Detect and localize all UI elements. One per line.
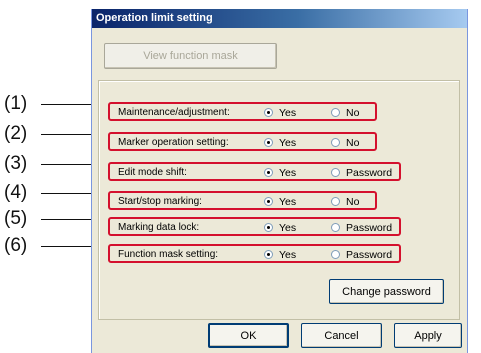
- radio-yes-label: Yes: [279, 221, 297, 234]
- callout-number: (6): [4, 235, 28, 256]
- operation-limit-dialog: Operation limit setting View function ma…: [91, 9, 468, 353]
- radio-yes-label: Yes: [279, 166, 297, 179]
- radio-yes-label: Yes: [279, 195, 297, 208]
- radio-yes[interactable]: Yes: [264, 106, 296, 119]
- setting-row-maintenance: Maintenance/adjustment: Yes No: [108, 102, 377, 121]
- radio-unchecked-icon: [331, 168, 340, 177]
- radio-no-label: No: [346, 136, 360, 149]
- radio-checked-icon: [264, 250, 273, 259]
- setting-label: Start/stop marking:: [118, 196, 202, 207]
- window-title: Operation limit setting: [96, 12, 213, 24]
- callout-4: (4): [0, 182, 100, 204]
- radio-password-label: Password: [346, 221, 393, 234]
- radio-unchecked-icon: [331, 250, 340, 259]
- apply-button[interactable]: Apply: [394, 323, 462, 348]
- setting-row-start-stop-marking: Start/stop marking: Yes No: [108, 191, 377, 210]
- radio-yes[interactable]: Yes: [264, 166, 296, 179]
- cancel-button[interactable]: Cancel: [301, 323, 382, 348]
- callout-number: (3): [4, 153, 28, 174]
- radio-unchecked-icon: [331, 223, 340, 232]
- callout-2: (2): [0, 123, 100, 145]
- radio-password[interactable]: Password: [331, 166, 392, 179]
- setting-label: Marker operation setting:: [118, 137, 229, 148]
- setting-label: Maintenance/adjustment:: [118, 107, 230, 118]
- radio-no[interactable]: No: [331, 106, 359, 119]
- radio-no-label: No: [346, 106, 360, 119]
- callout-1: (1): [0, 93, 100, 115]
- callout-3: (3): [0, 153, 100, 175]
- setting-row-function-mask: Function mask setting: Yes Password: [108, 244, 401, 263]
- title-bar[interactable]: Operation limit setting: [92, 9, 467, 28]
- radio-yes-label: Yes: [279, 136, 297, 149]
- radio-yes-label: Yes: [279, 106, 297, 119]
- radio-no[interactable]: No: [331, 195, 359, 208]
- radio-checked-icon: [264, 223, 273, 232]
- radio-password-label: Password: [346, 248, 393, 261]
- radio-checked-icon: [264, 138, 273, 147]
- radio-yes-label: Yes: [279, 248, 297, 261]
- radio-no[interactable]: No: [331, 136, 359, 149]
- radio-password-label: Password: [346, 166, 393, 179]
- callout-number: (4): [4, 182, 28, 203]
- callout-6: (6): [0, 235, 100, 257]
- radio-password[interactable]: Password: [331, 221, 392, 234]
- setting-label: Edit mode shift:: [118, 167, 187, 178]
- setting-row-marker-operation: Marker operation setting: Yes No: [108, 132, 377, 151]
- radio-unchecked-icon: [331, 138, 340, 147]
- setting-label: Marking data lock:: [118, 222, 200, 233]
- radio-checked-icon: [264, 197, 273, 206]
- setting-row-marking-data-lock: Marking data lock: Yes Password: [108, 217, 401, 236]
- callout-number: (1): [4, 93, 28, 114]
- view-function-mask-button[interactable]: View function mask: [104, 43, 277, 69]
- change-password-button[interactable]: Change password: [329, 279, 444, 304]
- radio-unchecked-icon: [331, 197, 340, 206]
- setting-row-edit-mode-shift: Edit mode shift: Yes Password: [108, 162, 401, 181]
- radio-password[interactable]: Password: [331, 248, 392, 261]
- radio-yes[interactable]: Yes: [264, 195, 296, 208]
- radio-checked-icon: [264, 168, 273, 177]
- callout-5: (5): [0, 208, 100, 230]
- callout-number: (5): [4, 208, 28, 229]
- ok-button[interactable]: OK: [208, 323, 289, 348]
- radio-checked-icon: [264, 108, 273, 117]
- radio-yes[interactable]: Yes: [264, 221, 296, 234]
- callout-number: (2): [4, 123, 28, 144]
- radio-yes[interactable]: Yes: [264, 248, 296, 261]
- radio-yes[interactable]: Yes: [264, 136, 296, 149]
- radio-unchecked-icon: [331, 108, 340, 117]
- radio-no-label: No: [346, 195, 360, 208]
- setting-label: Function mask setting:: [118, 249, 219, 260]
